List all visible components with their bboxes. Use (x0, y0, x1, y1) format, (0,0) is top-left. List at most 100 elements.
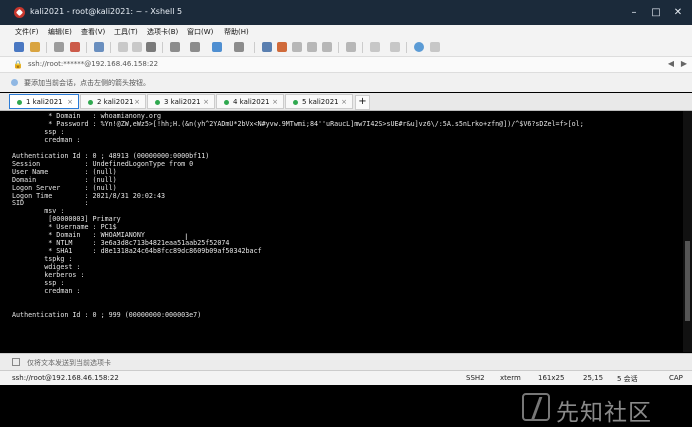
layout-icon[interactable] (390, 42, 400, 52)
terminal-area[interactable]: * Domain : whoamianony.org * Password : … (0, 111, 692, 352)
terminal-line: * SHA1 : d8e1318a24c64b8fcc89dc8609b09af… (12, 247, 262, 256)
properties-icon[interactable] (190, 42, 200, 52)
copy-icon[interactable] (118, 42, 128, 52)
tab-session-4[interactable]: 4 kali2021 × (216, 94, 284, 109)
menu-file[interactable]: 文件(F) (15, 27, 39, 37)
compose-menu-icon[interactable] (12, 358, 20, 366)
status-terminal-type: xterm (500, 374, 521, 382)
toolbar-divider (338, 42, 339, 53)
tab-session-5[interactable]: 5 kali2021 × (285, 94, 353, 109)
toolbar-divider (254, 42, 255, 53)
reconnect-icon[interactable] (94, 42, 104, 52)
xshell-app-icon (14, 7, 25, 18)
toolbar-divider (110, 42, 111, 53)
menu-view[interactable]: 查看(V) (81, 27, 105, 37)
terminal-line: Authentication Id : 0 ; 48913 (00000000:… (12, 151, 210, 160)
status-bar: ssh://root@192.168.46.158:22 SSH2 xterm … (0, 370, 692, 385)
session-notice: 要添加当前会话，点击左侧的箭头按钮。 (0, 73, 692, 92)
address-next-icon[interactable]: ▶ (679, 59, 689, 69)
scrollbar-thumb[interactable] (685, 241, 690, 321)
watermark-text: 先知社区 (556, 400, 652, 426)
tab-session-3[interactable]: 3 kali2021 × (147, 94, 215, 109)
terminal-line: Session : UndefinedLogonType from 0 (12, 159, 194, 168)
terminal-line: * Domain : whoamianony.org (12, 112, 161, 120)
tab-session-2[interactable]: 2 kali2021 × (80, 94, 146, 109)
terminal-line: * Domain : WHOAMIANONY (12, 231, 145, 240)
status-cursor-position: 25,15 (583, 374, 604, 382)
terminal-output: * Domain : whoamianony.org * Password : … (12, 112, 584, 320)
globe-icon[interactable] (212, 42, 222, 52)
menu-bar: 文件(F) 编辑(E) 查看(V) 工具(T) 选项卡(B) 窗口(W) 帮助(… (0, 25, 692, 39)
add-tab-button[interactable]: + (355, 95, 370, 110)
terminal-line: Logon Server : (null) (12, 183, 117, 192)
terminal-line: * Username : PC1$ (12, 223, 117, 232)
status-connection: ssh://root@192.168.46.158:22 (12, 374, 119, 382)
notice-text: 要添加当前会话，点击左侧的箭头按钮。 (24, 79, 150, 87)
tab-close-icon[interactable]: × (272, 98, 278, 106)
toolbar (0, 39, 692, 57)
watermark-logo-icon (522, 393, 550, 421)
toolbar-divider (86, 42, 87, 53)
connected-dot-icon (17, 100, 22, 105)
close-button[interactable]: ✕ (671, 6, 685, 20)
connect-icon[interactable] (54, 42, 64, 52)
new-tab-icon[interactable] (370, 42, 380, 52)
minimize-button[interactable]: – (627, 6, 641, 20)
tab-session-1[interactable]: 1 kali2021 × (9, 94, 79, 109)
tab-close-icon[interactable]: × (203, 98, 209, 106)
menu-help[interactable]: 帮助(H) (224, 27, 249, 37)
status-session-count: 5 会话 (617, 375, 638, 383)
tab-close-icon[interactable]: × (341, 98, 347, 106)
terminal-line: Logon Time : 2021/8/31 20:02:43 (12, 191, 165, 200)
title-bar: kali2021 - root@kali2021: ~ - Xshell 5 –… (0, 0, 692, 25)
connected-dot-icon (224, 100, 229, 105)
terminal-line: SID : (12, 199, 89, 208)
keyboard-icon[interactable] (346, 42, 356, 52)
terminal-line: ssp : (12, 127, 65, 136)
toolbar-divider (162, 42, 163, 53)
xagent-icon[interactable] (277, 42, 287, 52)
compose-placeholder[interactable]: 仅将文本发送到当前选项卡 (27, 358, 111, 368)
terminal-line: credman : (12, 286, 81, 295)
find-icon[interactable] (146, 42, 156, 52)
new-session-icon[interactable] (14, 42, 24, 52)
open-folder-icon[interactable] (30, 42, 40, 52)
maximize-button[interactable]: □ (649, 6, 663, 20)
terminal-scrollbar[interactable] (683, 111, 692, 352)
paste-icon[interactable] (132, 42, 142, 52)
tab-label: 5 kali2021 (302, 98, 339, 106)
terminal-line: wdigest : (12, 263, 81, 272)
address-text[interactable]: ssh://root:******@192.168.46.158:22 (28, 60, 158, 68)
tab-close-icon[interactable]: × (67, 98, 73, 106)
terminal-line: ssp : (12, 279, 65, 288)
help-icon[interactable] (414, 42, 424, 52)
window-title: kali2021 - root@kali2021: ~ - Xshell 5 (30, 7, 183, 16)
chat-icon[interactable] (430, 42, 440, 52)
tab-close-icon[interactable]: × (134, 98, 140, 106)
address-prev-icon[interactable]: ◀ (666, 59, 676, 69)
connected-dot-icon (293, 100, 298, 105)
font-icon[interactable] (234, 42, 244, 52)
connected-dot-icon (88, 100, 93, 105)
terminal-line: * Password : %Yn!@ZW,eWz5>[!hh;H.(&n(yh^… (12, 119, 584, 128)
tab-label: 2 kali2021 (97, 98, 134, 106)
menu-tools[interactable]: 工具(T) (114, 27, 138, 37)
lock-screen-icon[interactable] (307, 42, 317, 52)
xftp-icon[interactable] (262, 42, 272, 52)
status-protocol: SSH2 (466, 374, 485, 382)
toolbar-divider (406, 42, 407, 53)
script-icon[interactable] (292, 42, 302, 52)
menu-tabs[interactable]: 选项卡(B) (147, 27, 178, 37)
compose-bar[interactable]: 仅将文本发送到当前选项卡 (0, 353, 692, 370)
terminal-line: credman : (12, 135, 81, 144)
text-cursor-icon: I (185, 233, 188, 243)
menu-window[interactable]: 窗口(W) (187, 27, 213, 37)
disconnect-icon[interactable] (70, 42, 80, 52)
status-caps: CAP (669, 374, 683, 382)
print-icon[interactable] (170, 42, 180, 52)
menu-edit[interactable]: 编辑(E) (48, 27, 72, 37)
terminal-line: [00000003] Primary (12, 215, 121, 224)
connected-dot-icon (155, 100, 160, 105)
terminal-line: tspkg : (12, 255, 73, 264)
fullscreen-icon[interactable] (322, 42, 332, 52)
